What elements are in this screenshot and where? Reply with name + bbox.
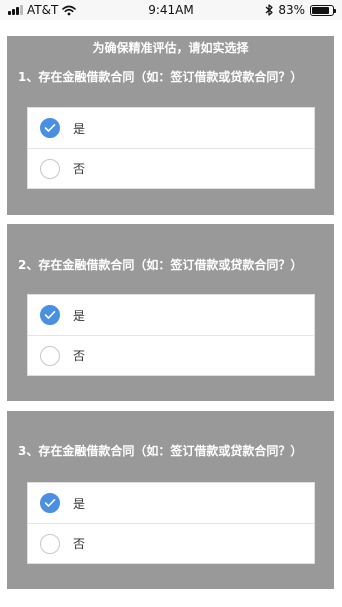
instruction-header: 为确保精准评估，请如实选择 — [92, 41, 249, 55]
bluetooth-icon — [265, 4, 273, 16]
question-text: 1、存在金融借款合同（如：签订借款或贷款合同？） — [18, 70, 303, 84]
option-no[interactable]: 否 — [28, 148, 314, 188]
question-card-3: 3、存在金融借款合同（如：签订借款或贷款合同？） 是 否 — [7, 411, 334, 589]
battery-fill — [312, 6, 329, 14]
radio-checked-icon[interactable] — [40, 118, 60, 138]
option-label: 是 — [73, 121, 86, 136]
option-group: 是 否 — [27, 107, 315, 189]
question-card-2: 2、存在金融借款合同（如：签订借款或贷款合同？） 是 否 — [7, 224, 334, 401]
option-group: 是 否 — [27, 294, 315, 376]
option-label: 是 — [73, 496, 86, 511]
radio-unchecked-icon[interactable] — [40, 533, 60, 554]
battery-icon — [310, 4, 336, 16]
option-group: 是 否 — [27, 482, 315, 564]
radio-unchecked-icon[interactable] — [40, 158, 60, 179]
status-right: 83% — [265, 3, 336, 17]
option-label: 是 — [73, 308, 86, 323]
question-text: 3、存在金融借款合同（如：签订借款或贷款合同？） — [18, 444, 303, 458]
option-label: 否 — [73, 349, 86, 363]
option-yes[interactable]: 是 — [28, 483, 314, 523]
question-text: 2、存在金融借款合同（如：签订借款或贷款合同？） — [18, 258, 303, 272]
option-no[interactable]: 否 — [28, 335, 314, 375]
radio-checked-icon[interactable] — [40, 493, 60, 513]
option-no[interactable]: 否 — [28, 523, 314, 563]
radio-checked-icon[interactable] — [40, 305, 60, 325]
battery-percent: 83% — [278, 3, 305, 17]
question-card-1: 为确保精准评估，请如实选择 1、存在金融借款合同（如：签订借款或贷款合同？） 是… — [7, 36, 334, 215]
status-bar: AT&T 9:41AM 83% — [0, 0, 342, 20]
radio-unchecked-icon[interactable] — [40, 345, 60, 366]
option-yes[interactable]: 是 — [28, 295, 314, 335]
option-label: 否 — [73, 537, 86, 551]
option-label: 否 — [73, 162, 86, 176]
option-yes[interactable]: 是 — [28, 108, 314, 148]
